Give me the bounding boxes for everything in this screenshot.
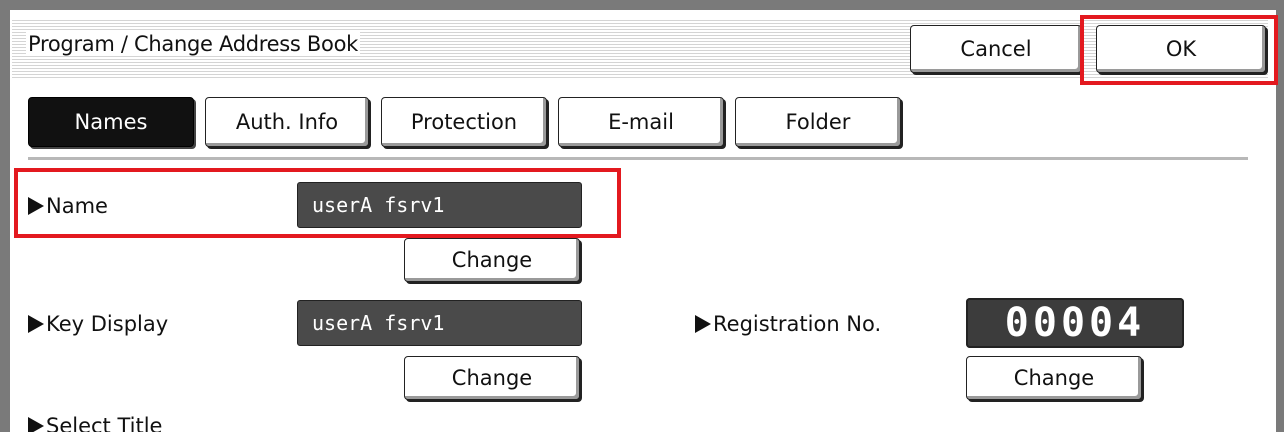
page-title: Program / Change Address Book <box>26 32 360 56</box>
frame-top <box>0 0 1284 10</box>
ok-button[interactable]: OK <box>1096 25 1266 73</box>
key-display-label-row: Key Display <box>28 310 168 338</box>
right-triangle-icon <box>695 315 711 333</box>
key-display-label: Key Display <box>46 312 169 336</box>
name-label: Name <box>46 194 108 218</box>
registration-no-label-row: Registration No. <box>695 310 881 338</box>
right-triangle-icon <box>28 315 44 333</box>
name-label-row: Name <box>28 192 108 220</box>
frame-left <box>0 0 10 432</box>
tab-names[interactable]: Names <box>28 97 194 147</box>
tab-email[interactable]: E-mail <box>558 97 724 147</box>
tab-folder[interactable]: Folder <box>735 97 901 147</box>
registration-no-label: Registration No. <box>713 312 882 336</box>
name-field[interactable]: userA fsrv1 <box>297 182 582 228</box>
tab-divider <box>28 157 1248 161</box>
tab-auth-info[interactable]: Auth. Info <box>205 97 369 147</box>
cancel-button[interactable]: Cancel <box>910 25 1082 73</box>
tab-protection[interactable]: Protection <box>381 97 547 147</box>
key-display-change-button[interactable]: Change <box>404 356 580 400</box>
right-triangle-icon <box>28 417 44 432</box>
registration-no-display: 00004 <box>966 298 1184 348</box>
select-title-label: Select Title <box>46 414 163 432</box>
right-triangle-icon <box>28 197 44 215</box>
name-change-button[interactable]: Change <box>404 238 580 282</box>
key-display-field[interactable]: userA fsrv1 <box>297 300 582 346</box>
registration-no-change-button[interactable]: Change <box>966 356 1142 400</box>
select-title-label-row: Select Title <box>28 412 162 432</box>
frame-right <box>1276 0 1284 432</box>
address-book-screen: Program / Change Address Book Cancel OK … <box>0 0 1284 432</box>
